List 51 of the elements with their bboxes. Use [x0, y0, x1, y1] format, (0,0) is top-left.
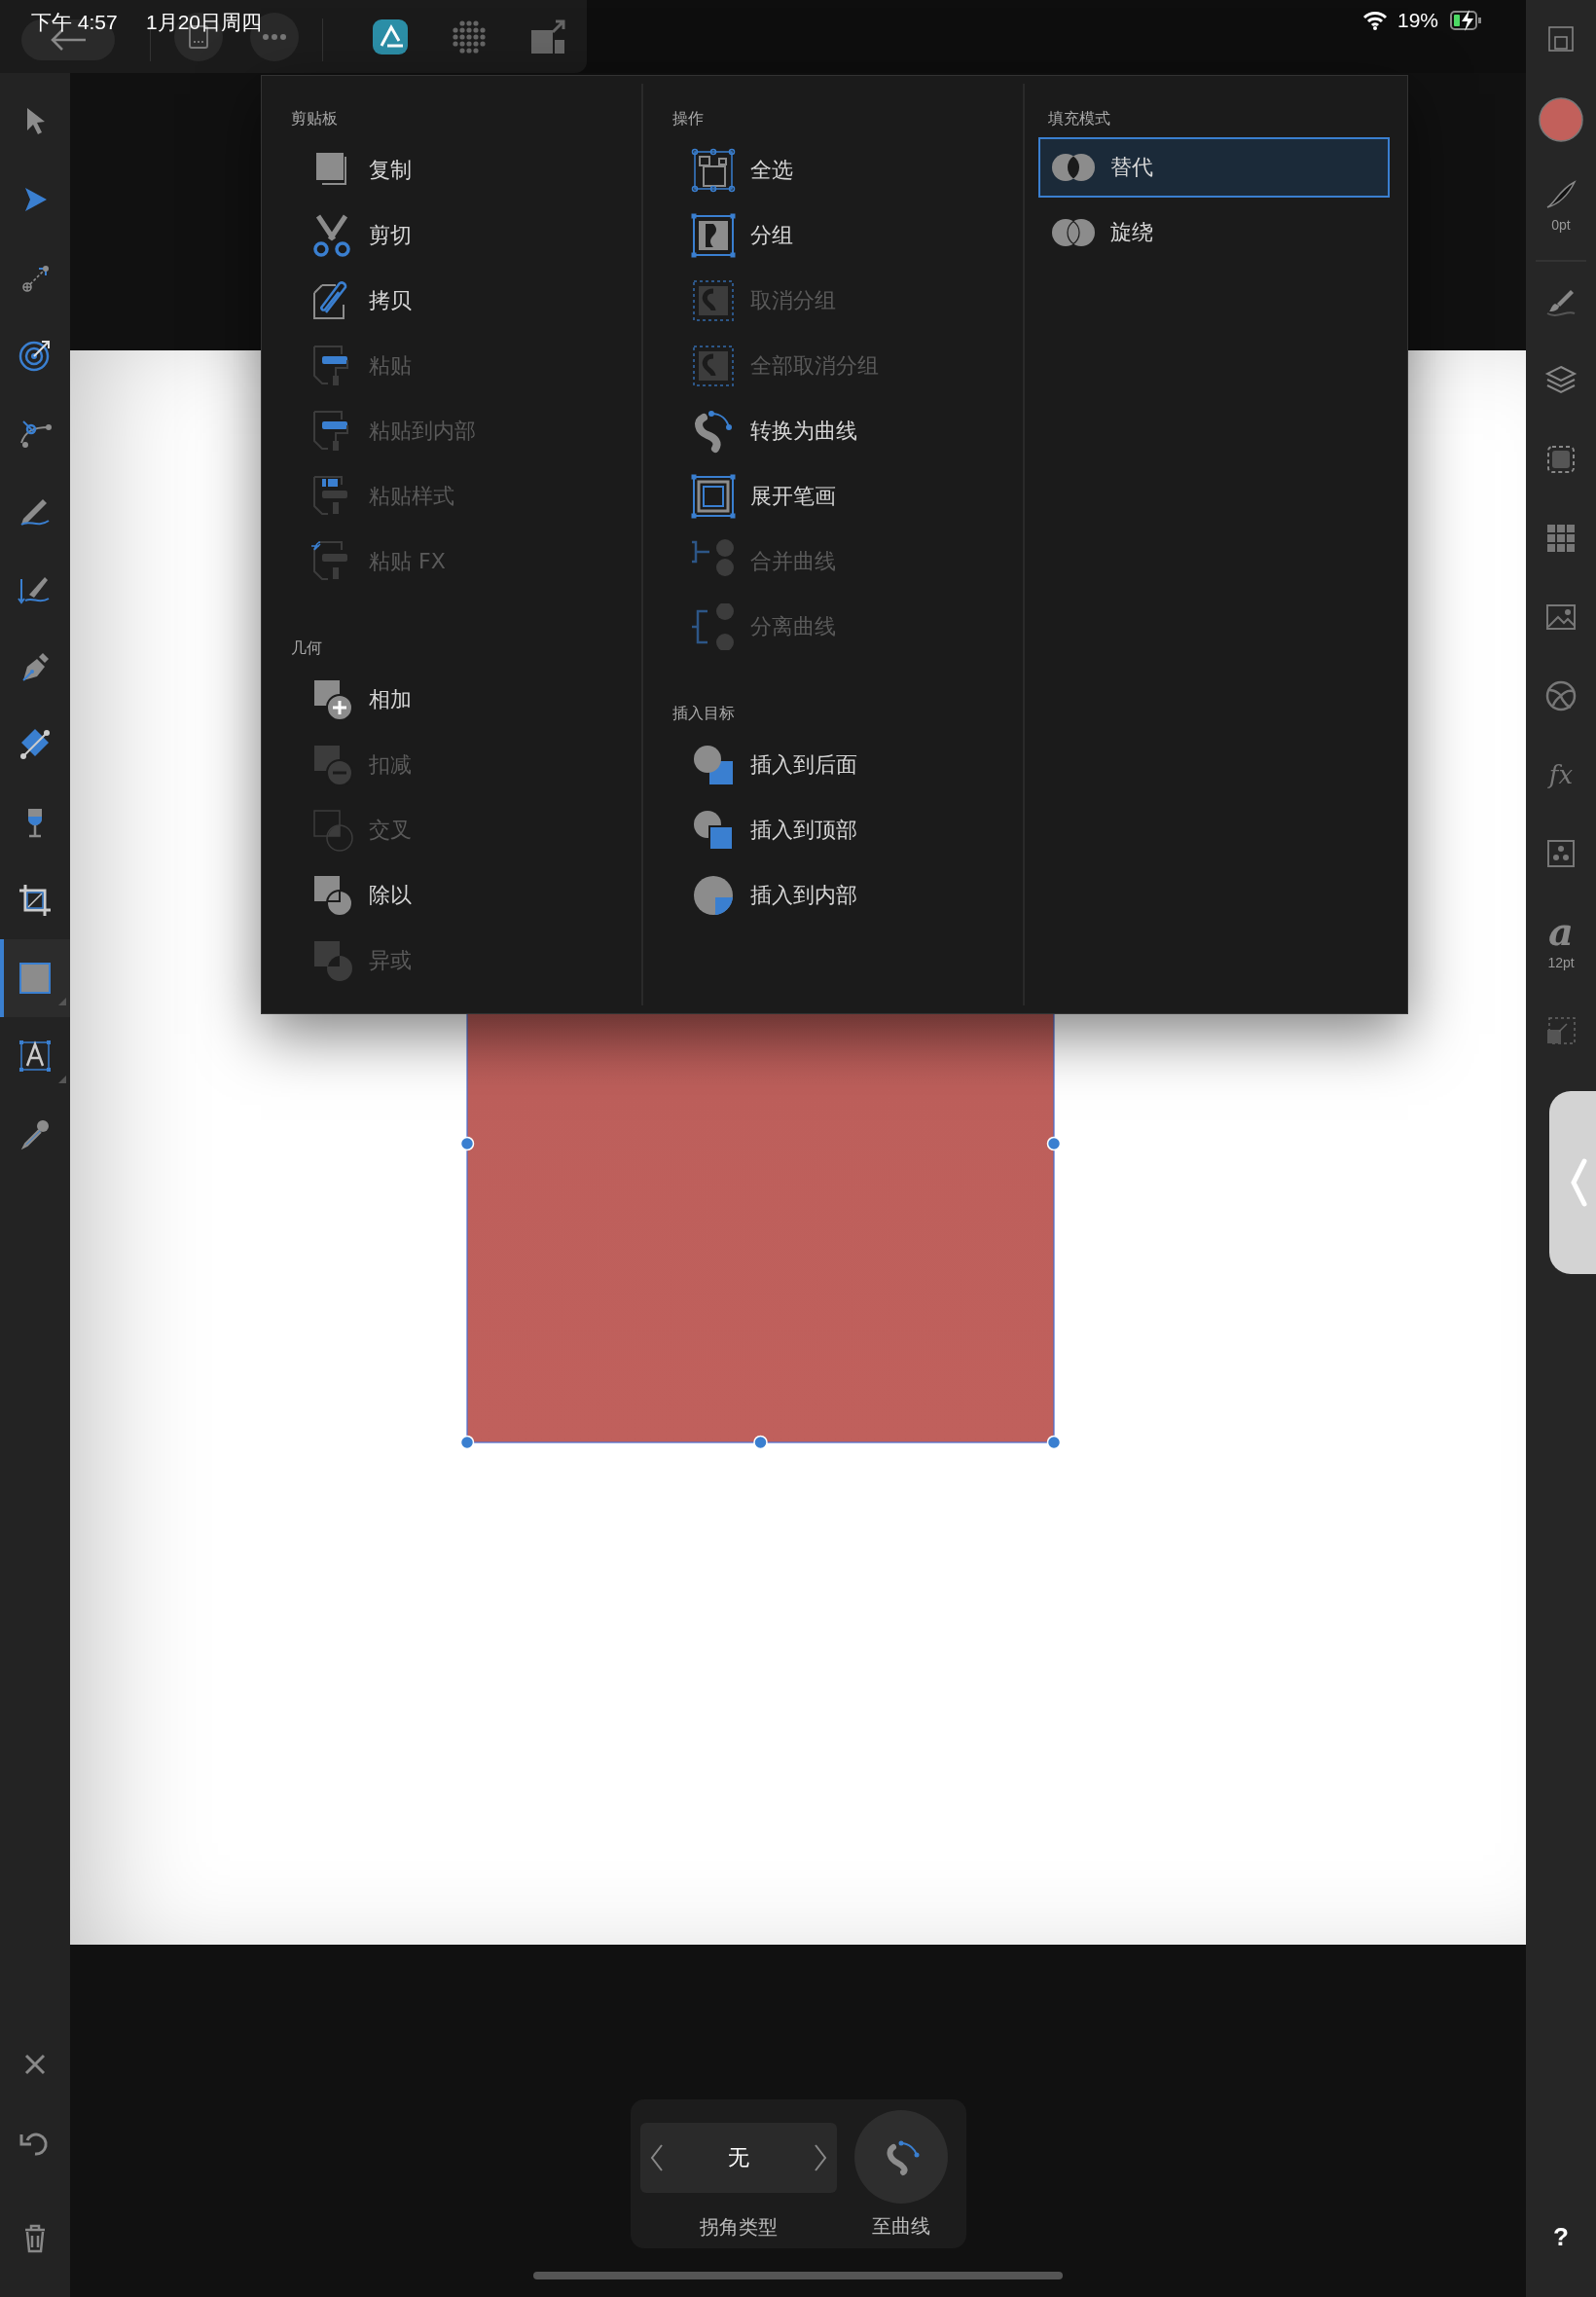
next-button[interactable]: [813, 2143, 827, 2172]
corner-type-value: 无: [727, 2144, 749, 2171]
layout-arrow-icon: [528, 18, 566, 55]
wifi-icon: [1362, 11, 1388, 30]
corner-triangle-icon: [58, 1076, 66, 1083]
panel-toggle-tab[interactable]: [1549, 1091, 1596, 1274]
fill-swatch: [1538, 95, 1584, 143]
section-title: 填充模式: [1048, 109, 1110, 129]
chevron-left-icon: [1569, 1157, 1588, 1208]
section-title: 几何: [291, 638, 322, 659]
menu-item[interactable]: 插入到内部: [663, 862, 1005, 928]
menu-item[interactable]: 剪切: [281, 202, 624, 268]
menu-item[interactable]: 插入到顶部: [663, 797, 1005, 862]
section-title: 插入目标: [672, 704, 735, 724]
section-title: 剪贴板: [291, 109, 338, 129]
corner-type-label: 拐角类型: [699, 2215, 778, 2240]
status-time: 下午 4:57: [31, 10, 118, 35]
more-icon: [261, 32, 287, 41]
menu-item[interactable]: 旋绕: [1038, 202, 1390, 263]
menu-item[interactable]: 除以: [281, 862, 624, 928]
menu-item[interactable]: 替代: [1038, 137, 1390, 198]
menu-item[interactable]: 复制: [281, 137, 624, 202]
dot-grid-icon: [450, 18, 488, 55]
selection-frame-icon: [690, 146, 737, 194]
corner-triangle-icon: [58, 998, 66, 1005]
menu-item[interactable]: 插入到后面: [663, 732, 1005, 797]
triangle-logo-icon: [372, 18, 410, 55]
battery-charging-icon: [1450, 10, 1483, 31]
previous-button[interactable]: [649, 2143, 664, 2172]
menu-item[interactable]: 转换为曲线: [663, 398, 1005, 463]
to-curves-label: 至曲线: [871, 2214, 930, 2239]
menu-item[interactable]: 全选: [663, 137, 1005, 202]
chevron-left-icon: [649, 2143, 664, 2172]
square-frame-icon: [690, 472, 737, 520]
help-button[interactable]: ?: [1526, 2198, 1596, 2276]
menu-item[interactable]: 相加: [281, 667, 624, 732]
split-circles-icon: [690, 602, 737, 650]
battery-level: 19%: [1397, 9, 1439, 32]
text-style-icon: a: [1548, 912, 1574, 951]
panel-button[interactable]: a 12pt: [1526, 893, 1596, 990]
status-date: 1月20日周四: [146, 10, 263, 35]
fx-icon: fx: [1548, 761, 1574, 787]
menu-item[interactable]: 展开笔画: [663, 463, 1005, 529]
group-frame-icon: [690, 211, 737, 259]
panel-button[interactable]: 0pt: [1526, 161, 1596, 258]
chevron-right-icon: [813, 2143, 827, 2172]
tool-button[interactable]: [0, 939, 70, 1017]
menu-item[interactable]: 拷贝: [281, 268, 624, 333]
section-title: 操作: [672, 109, 704, 129]
corner-type-selector[interactable]: 无: [639, 2123, 837, 2193]
menu-item[interactable]: 分组: [663, 202, 1005, 268]
